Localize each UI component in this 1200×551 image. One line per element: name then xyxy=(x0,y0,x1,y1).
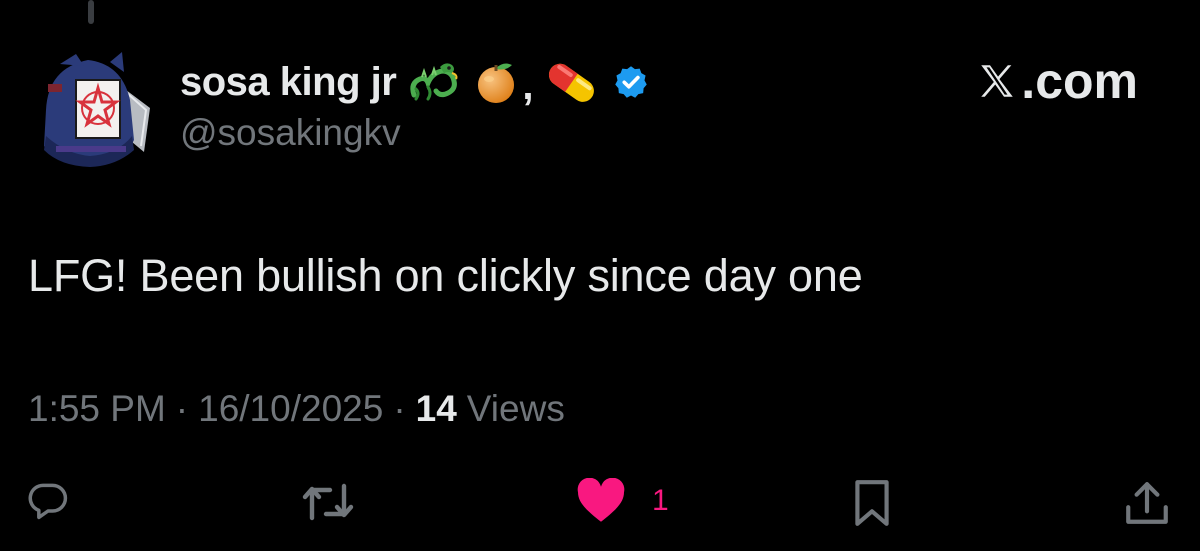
tweet-header: sosa king jr , @sosakingkv xyxy=(180,54,649,154)
pill-emoji-icon xyxy=(543,59,601,105)
action-bar: 1 xyxy=(0,478,1200,538)
like-icon xyxy=(577,478,625,522)
dragon-emoji-icon xyxy=(406,59,460,105)
share-icon xyxy=(1126,482,1168,524)
avatar[interactable] xyxy=(26,50,156,170)
bookmark-icon xyxy=(855,480,889,526)
brand-domain: .com xyxy=(1021,53,1138,109)
x-brand: .com xyxy=(975,52,1138,110)
like-count: 1 xyxy=(652,484,669,517)
tangerine-emoji-icon xyxy=(474,59,518,105)
x-logo-icon xyxy=(981,65,1014,97)
tweet-text: LFG! Been bullish on clickly since day o… xyxy=(28,250,863,301)
tweet-date[interactable]: 16/10/2025 xyxy=(198,388,383,430)
name-row: sosa king jr , xyxy=(180,54,649,110)
user-handle[interactable]: @sosakingkv xyxy=(180,112,649,154)
bookmark-button[interactable] xyxy=(850,478,894,528)
like-button[interactable]: 1 xyxy=(574,478,669,524)
reply-button[interactable] xyxy=(26,478,70,522)
meta-separator: · xyxy=(393,388,406,429)
meta-separator: · xyxy=(175,388,189,429)
verified-badge-icon xyxy=(613,64,649,100)
share-button[interactable] xyxy=(1122,478,1172,528)
reply-icon xyxy=(28,483,68,520)
ninja-avatar-icon xyxy=(44,52,150,167)
views-label: Views xyxy=(466,388,565,429)
retweet-button[interactable] xyxy=(300,478,356,526)
name-comma: , xyxy=(522,63,534,108)
views-count: 14 xyxy=(415,388,457,429)
thread-connector-line xyxy=(88,0,94,24)
display-name[interactable]: sosa king jr xyxy=(180,60,397,105)
retweet-icon xyxy=(302,483,354,521)
tweet-meta: 1:55 PM · 16/10/2025 · 14 Views xyxy=(28,388,565,430)
tweet-time[interactable]: 1:55 PM xyxy=(28,388,166,430)
